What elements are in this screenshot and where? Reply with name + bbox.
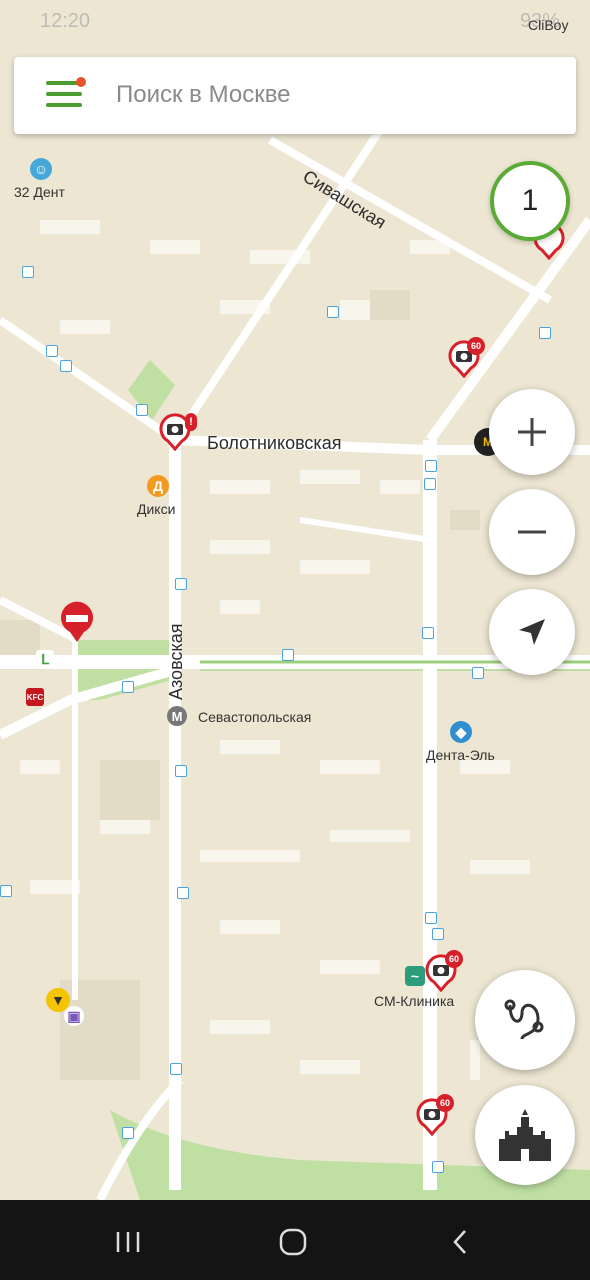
status-time: 12:20: [40, 10, 91, 32]
kremlin-icon: [499, 1109, 551, 1161]
bus-stop-icon[interactable]: [122, 1127, 134, 1139]
bus-stop-icon[interactable]: [425, 460, 437, 472]
bus-stop-icon[interactable]: [0, 885, 12, 897]
bus-stop-icon[interactable]: [327, 306, 339, 318]
metro-icon[interactable]: M: [167, 706, 187, 726]
dental-clinic-icon[interactable]: ◆: [450, 721, 472, 743]
bus-stop-icon[interactable]: [122, 681, 134, 693]
system-nav-bar: [0, 1200, 590, 1280]
kremlin-button[interactable]: [475, 1085, 575, 1185]
poi-label-diksi: Дикси: [137, 501, 176, 517]
notification-dot: [76, 77, 86, 87]
bus-stop-icon[interactable]: [472, 667, 484, 679]
no-entry-icon[interactable]: [58, 598, 96, 644]
poi-label-denta-el: Дента-Эль: [426, 747, 495, 763]
clinic-icon[interactable]: ~: [405, 966, 425, 986]
back-button[interactable]: [440, 1222, 480, 1262]
dental-clinic-icon[interactable]: ☺: [30, 158, 52, 180]
bus-stop-icon[interactable]: [170, 1063, 182, 1075]
bus-stop-icon[interactable]: [175, 765, 187, 777]
search-input[interactable]: Поиск в Москве: [116, 81, 291, 109]
search-bar[interactable]: Поиск в Москве: [14, 57, 576, 134]
bus-stop-icon[interactable]: [136, 404, 148, 416]
shop-diksi-icon[interactable]: Д: [147, 475, 169, 497]
speed-limit-badge: 60: [436, 1094, 454, 1112]
bus-stop-icon[interactable]: [22, 266, 34, 278]
bus-stop-icon[interactable]: [425, 912, 437, 924]
kfc-icon[interactable]: KFC: [26, 688, 44, 706]
bus-stop-icon[interactable]: [422, 627, 434, 639]
cluster-count-badge[interactable]: 1: [490, 161, 570, 241]
bus-stop-icon[interactable]: [424, 478, 436, 490]
pharmacy-icon[interactable]: Ⅼ: [36, 650, 54, 668]
plus-icon: [518, 418, 546, 446]
status-bar: 12:20 93%: [0, 8, 590, 40]
zoom-out-button[interactable]: [489, 489, 575, 575]
zoom-in-button[interactable]: [489, 389, 575, 475]
speed-limit-badge: 60: [445, 950, 463, 968]
bus-stop-icon[interactable]: [539, 327, 551, 339]
recent-apps-icon: [116, 1232, 140, 1252]
route-icon: [504, 999, 544, 1040]
poi-label-32-dent: 32 Дент: [14, 184, 65, 200]
route-button[interactable]: [475, 970, 575, 1070]
bus-stop-icon[interactable]: [175, 578, 187, 590]
hamburger-icon[interactable]: [46, 77, 86, 109]
bus-stop-icon[interactable]: [177, 887, 189, 899]
home-icon: [279, 1228, 307, 1256]
corner-poi-label: CliBoy: [528, 17, 569, 33]
bus-stop-icon[interactable]: [60, 360, 72, 372]
recent-apps-button[interactable]: [108, 1222, 148, 1262]
back-icon: [453, 1230, 466, 1254]
poi-label-sm-clinic: СМ-Клиника: [374, 993, 455, 1009]
speed-limit-badge: 60: [467, 337, 485, 355]
navigation-arrow-icon: [519, 619, 545, 645]
my-location-button[interactable]: [489, 589, 575, 675]
street-label-bolotnikovskaya: Болотниковская: [207, 433, 342, 453]
camera-warning-icon: !: [185, 413, 197, 431]
poi-label-sevastopolskaya: Севастопольская: [198, 709, 312, 725]
street-label-azovskaya: Азовская: [166, 623, 186, 700]
bus-stop-icon[interactable]: [432, 1161, 444, 1173]
bus-stop-icon[interactable]: [432, 928, 444, 940]
bus-stop-icon[interactable]: [46, 345, 58, 357]
shopping-bag-icon[interactable]: ▣: [64, 1006, 84, 1026]
home-button[interactable]: [273, 1222, 313, 1262]
minus-icon: [518, 530, 546, 534]
bus-stop-icon[interactable]: [282, 649, 294, 661]
